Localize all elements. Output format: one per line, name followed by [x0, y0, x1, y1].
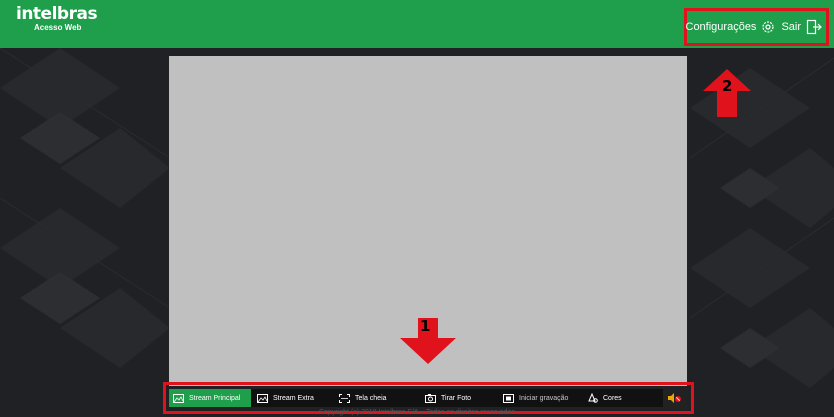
brand-name: intelbras: [16, 4, 98, 24]
take-photo-button[interactable]: Tirar Foto: [415, 389, 493, 407]
stream-principal-button[interactable]: Stream Principal: [169, 389, 251, 407]
stream-extra-button[interactable]: Stream Extra: [251, 389, 333, 407]
record-icon: [503, 393, 514, 403]
fullscreen-icon: [339, 393, 350, 403]
colors-label: Cores: [603, 394, 622, 402]
camera-icon: [425, 393, 436, 403]
image-icon: [173, 393, 184, 403]
start-recording-label: Iniciar gravação: [519, 394, 569, 402]
image-icon: [257, 393, 268, 403]
copyright-text: Copyright (c) 2018 Intelbras S/A – Todos…: [319, 409, 515, 416]
audio-toggle-button[interactable]: [663, 389, 687, 407]
fullscreen-button[interactable]: Tela cheia: [333, 389, 415, 407]
speaker-muted-icon: [668, 393, 681, 403]
start-recording-button[interactable]: Iniciar gravação: [493, 389, 579, 407]
video-toolbar: Stream Principal Stream Extra Tela cheia…: [169, 389, 687, 407]
gear-icon: [762, 21, 775, 33]
logout-button[interactable]: Sair: [781, 19, 822, 35]
stream-extra-label: Stream Extra: [273, 394, 314, 402]
colors-button[interactable]: Cores: [579, 389, 649, 407]
logo: intelbras Acesso Web: [16, 4, 98, 33]
stream-principal-label: Stream Principal: [189, 394, 241, 402]
settings-button[interactable]: Configurações: [686, 20, 776, 34]
annotation-number-1: 1: [420, 317, 431, 335]
logout-icon: [806, 19, 822, 35]
fullscreen-label: Tela cheia: [355, 394, 387, 402]
brand-subtitle: Acesso Web: [34, 23, 82, 32]
take-photo-label: Tirar Foto: [441, 394, 472, 402]
annotation-number-2: 2: [722, 77, 733, 95]
top-actions-highlight: Configurações Sair: [684, 8, 829, 46]
palette-icon: [588, 393, 598, 403]
logout-label: Sair: [781, 21, 801, 33]
settings-label: Configurações: [685, 21, 757, 33]
